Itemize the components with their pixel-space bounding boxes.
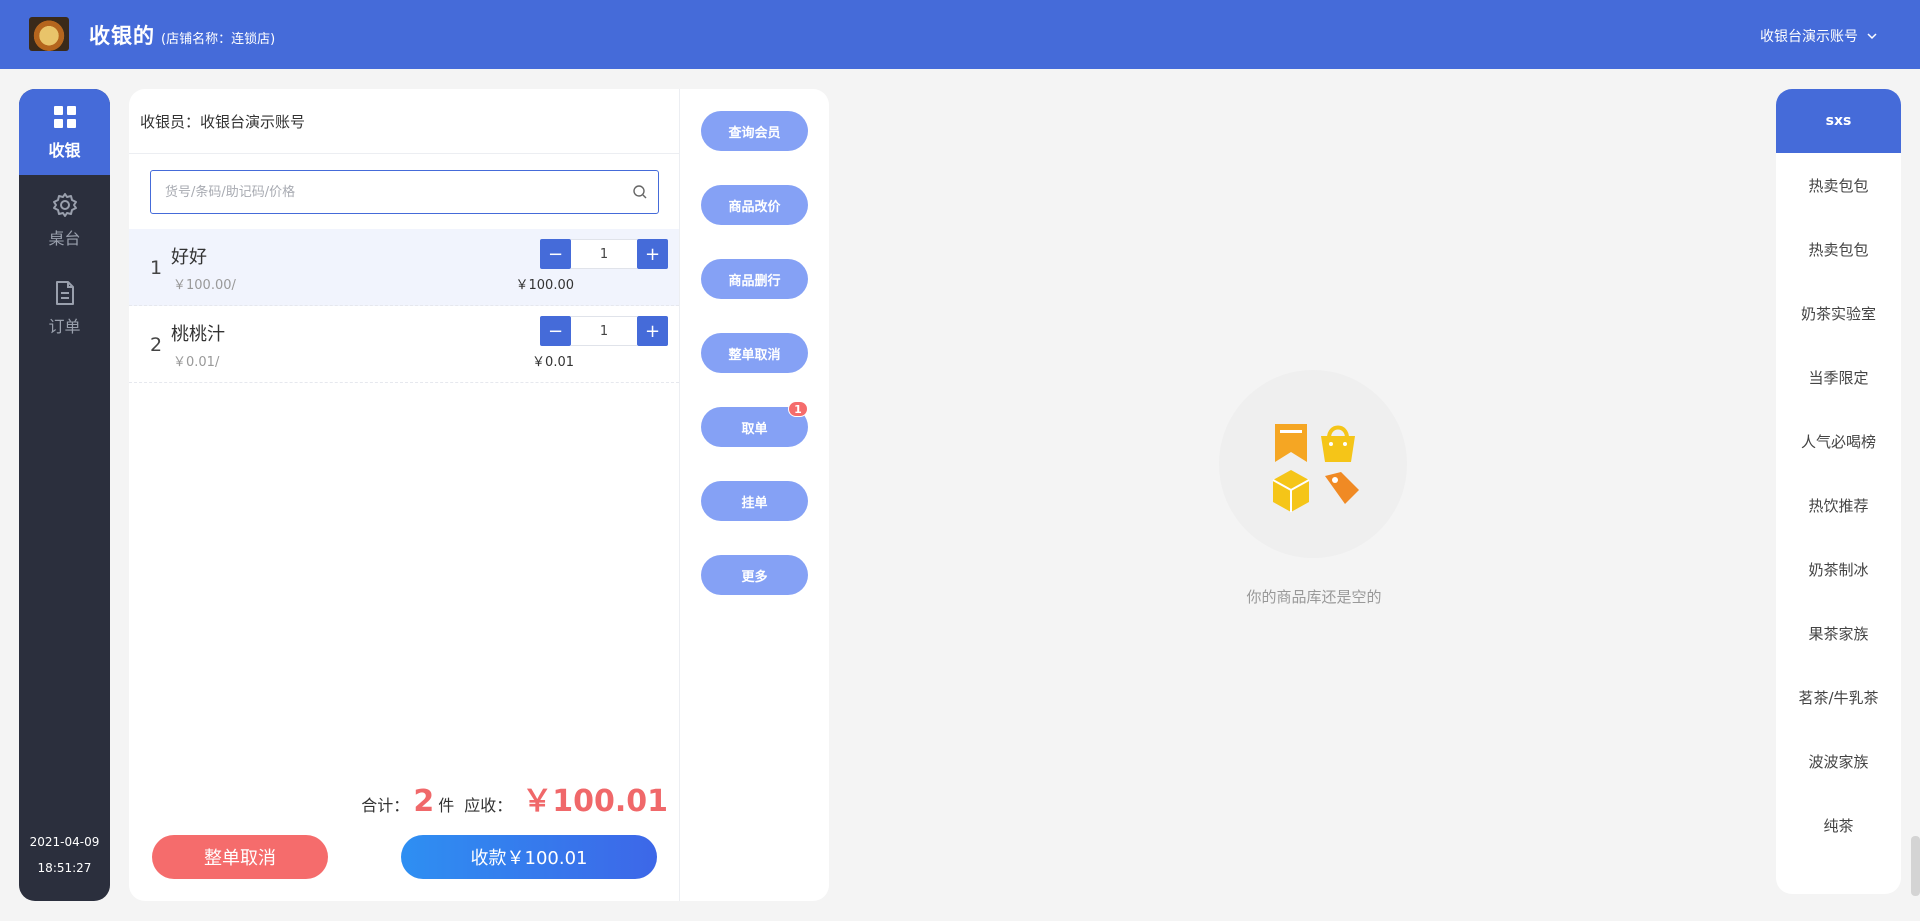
search-icon[interactable] <box>632 184 648 200</box>
chevron-down-icon <box>1867 33 1877 40</box>
left-nav: 收银 桌台 订单 2021-04-09 18:51:27 <box>19 89 110 901</box>
nav-label: 订单 <box>48 317 81 336</box>
category-item[interactable]: 波波家族 <box>1776 729 1901 793</box>
scrollbar-thumb[interactable] <box>1911 836 1920 896</box>
nav-label: 收银 <box>48 141 81 160</box>
store-name: (店铺名称：连锁店) <box>161 32 276 47</box>
order-row[interactable]: 2 桃桃汁 ￥0.01/ − + ￥0.01 <box>129 306 679 383</box>
row-index: 1 <box>150 257 163 279</box>
account-menu[interactable]: 收银台演示账号 <box>1760 26 1878 46</box>
category-item[interactable]: 纯茶 <box>1776 793 1901 857</box>
category-item[interactable]: 当季限定 <box>1776 345 1901 409</box>
more-button[interactable]: 更多 <box>701 555 808 595</box>
category-item[interactable]: 奶茶实验室 <box>1776 281 1901 345</box>
due-amount: ￥100.01 <box>522 784 668 819</box>
quantity-stepper: − + <box>540 316 668 346</box>
gear-icon <box>52 193 77 217</box>
nav-time: 18:51:27 <box>37 861 92 875</box>
divider <box>679 89 680 901</box>
quantity-stepper: − + <box>540 239 668 269</box>
count-unit: 件 <box>438 796 455 815</box>
category-item[interactable]: 果茶家族 <box>1776 601 1901 665</box>
decrease-button[interactable]: − <box>540 316 571 346</box>
retrieve-order-button[interactable]: 取单 1 <box>701 401 808 447</box>
divider <box>129 153 679 154</box>
empty-state: 你的商品库还是空的 <box>1219 370 1409 610</box>
top-header: 收银的 (店铺名称：连锁店) 收银台演示账号 <box>0 0 1920 69</box>
category-item[interactable]: 热卖包包 <box>1776 217 1901 281</box>
nav-item-orders[interactable]: 订单 <box>19 265 110 351</box>
action-label: 取单 <box>741 421 768 437</box>
category-active[interactable]: sxs <box>1776 89 1901 153</box>
nav-item-cashier[interactable]: 收银 <box>19 89 110 175</box>
nav-date: 2021-04-09 <box>29 835 100 849</box>
pending-count-badge: 1 <box>788 401 808 417</box>
order-row[interactable]: 1 好好 ￥100.00/ − + ￥100.00 <box>129 229 679 306</box>
row-subtotal: ￥100.00 <box>515 278 575 293</box>
change-price-button[interactable]: 商品改价 <box>701 185 808 225</box>
delete-row-button[interactable]: 商品删行 <box>701 259 808 299</box>
category-item[interactable]: 人气必喝榜 <box>1776 409 1901 473</box>
empty-state-text: 你的商品库还是空的 <box>1246 588 1382 606</box>
category-item[interactable]: 奶茶制冰 <box>1776 537 1901 601</box>
order-panel: 收银员：收银台演示账号 1 好好 ￥100.00/ − + ￥100.00 2 … <box>129 89 829 901</box>
store-logo <box>29 17 69 51</box>
row-name: 桃桃汁 <box>171 324 225 345</box>
nav-item-tables[interactable]: 桌台 <box>19 177 110 263</box>
total-label: 合计： <box>361 796 410 815</box>
category-panel: sxs 热卖包包 热卖包包 奶茶实验室 当季限定 人气必喝榜 热饮推荐 奶茶制冰… <box>1776 89 1901 894</box>
quantity-input[interactable] <box>571 239 637 269</box>
hold-order-button[interactable]: 挂单 <box>701 481 808 521</box>
row-unit-price: ￥0.01/ <box>173 355 220 370</box>
row-name: 好好 <box>171 247 207 268</box>
total-count: 2 <box>413 784 435 819</box>
account-name: 收银台演示账号 <box>1760 29 1858 45</box>
row-index: 2 <box>150 334 163 356</box>
increase-button[interactable]: + <box>637 239 668 269</box>
nav-label: 桌台 <box>48 229 81 248</box>
row-unit-price: ￥100.00/ <box>173 278 236 293</box>
decrease-button[interactable]: − <box>540 239 571 269</box>
due-label: 应收： <box>464 796 513 815</box>
checkout-button[interactable]: 收款￥100.01 <box>401 835 657 879</box>
quantity-input[interactable] <box>571 316 637 346</box>
query-member-button[interactable]: 查询会员 <box>701 111 808 151</box>
search-input[interactable] <box>165 171 625 213</box>
app-title: 收银的 <box>89 24 155 48</box>
search-box <box>150 170 659 214</box>
category-item[interactable]: 茗茶/牛乳茶 <box>1776 665 1901 729</box>
cashier-line: 收银员：收银台演示账号 <box>140 113 306 131</box>
row-subtotal: ￥0.01 <box>532 355 574 370</box>
cancel-whole-order-button[interactable]: 整单取消 <box>701 333 808 373</box>
grid-icon <box>53 106 76 128</box>
category-item[interactable]: 热饮推荐 <box>1776 473 1901 537</box>
order-total: 合计： 2 件 应收： ￥100.01 <box>361 776 668 820</box>
document-icon <box>55 281 74 305</box>
category-item[interactable]: 热卖包包 <box>1776 153 1901 217</box>
cancel-order-button[interactable]: 整单取消 <box>152 835 328 879</box>
empty-products-icon <box>1272 424 1359 512</box>
increase-button[interactable]: + <box>637 316 668 346</box>
